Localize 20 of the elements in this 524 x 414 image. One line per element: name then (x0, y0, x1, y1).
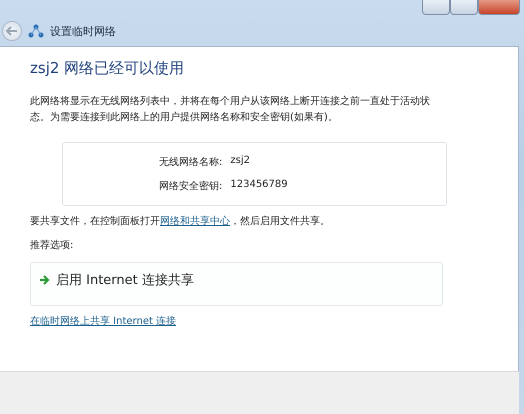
close-button[interactable] (478, 0, 520, 15)
network-sharing-center-link[interactable]: 网络和共享中心 (160, 216, 230, 227)
back-arrow-icon (6, 26, 18, 36)
minimize-button[interactable] (422, 0, 450, 15)
detail-label: 无线网络名称: (159, 156, 222, 169)
back-button[interactable] (2, 21, 22, 41)
option-button[interactable]: 启用 Internet 连接共享 (30, 262, 443, 306)
share-internet-link[interactable]: 在临时网络上共享 Internet 连接 (30, 314, 518, 328)
arrow-icon (39, 275, 50, 285)
detail-value: zsj2 (230, 155, 250, 168)
share-note-text: 要共享文件，在控制面板打开 (30, 216, 160, 227)
heading: zsj2 网络已经可以使用 (30, 59, 186, 78)
window-title: 设置临时网络 (50, 24, 116, 38)
maximize-button[interactable] (450, 0, 478, 15)
description-text: 此网络将显示在无线网络列表中，并将在每个用户从该网络上断开连接之前一直处于活动状态。为需要连接到此网络上的用户提供网络名称和安全密钥(如果有)。 (30, 94, 430, 125)
share-note-text: ，然后启用文件共享。 (230, 216, 330, 227)
detail-label: 网络安全密钥: (159, 180, 222, 193)
detail-value: 123456789 (230, 179, 288, 192)
network-icon (28, 24, 44, 38)
recommended-label: 推荐选项: (30, 238, 74, 252)
